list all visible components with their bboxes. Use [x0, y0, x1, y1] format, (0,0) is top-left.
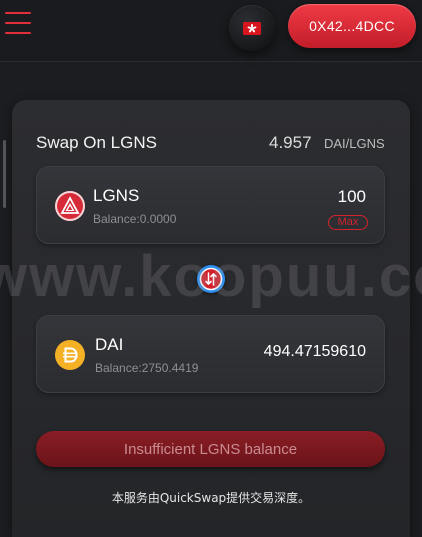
- to-token-balance: Balance:2750.4419: [95, 361, 199, 375]
- exchange-rate-value: 4.957: [269, 133, 312, 152]
- liquidity-provider-note: 本服务由QuickSwap提供交易深度。: [111, 491, 311, 505]
- from-token-box: LGNS Balance:0.0000 Max: [36, 166, 385, 244]
- hong-kong-flag-icon: [243, 21, 261, 35]
- to-token-symbol: DAI: [95, 335, 124, 354]
- menu-line: [5, 12, 31, 14]
- wallet-address-button[interactable]: 0X42...4DCC: [288, 4, 416, 48]
- hamburger-menu-icon[interactable]: [5, 12, 31, 34]
- exchange-rate-unit: DAI/LGNS: [324, 136, 385, 151]
- top-bar: 0X42...4DCC: [0, 0, 422, 62]
- from-token-balance: Balance:0.0000: [93, 212, 177, 226]
- max-button[interactable]: Max: [328, 215, 368, 230]
- from-token-symbol: LGNS: [93, 186, 140, 205]
- menu-line: [5, 32, 31, 34]
- to-token-box: DAI Balance:2750.4419: [36, 315, 385, 393]
- to-amount-input[interactable]: [216, 343, 366, 361]
- dai-token-icon: [55, 340, 85, 370]
- from-amount-input[interactable]: [216, 187, 366, 207]
- swap-card: Swap On LGNS 4.957 DAI/LGNS LGNS Balance…: [12, 100, 410, 537]
- scroll-indicator[interactable]: [3, 140, 6, 208]
- menu-line: [5, 22, 31, 24]
- swap-direction-button[interactable]: [197, 265, 225, 293]
- swap-direction-icon: [199, 267, 223, 291]
- submit-swap-button[interactable]: Insufficient LGNS balance: [36, 431, 385, 467]
- lgns-token-icon: [55, 191, 85, 221]
- swap-title: Swap On LGNS: [36, 133, 157, 152]
- language-switch-button[interactable]: [229, 5, 275, 51]
